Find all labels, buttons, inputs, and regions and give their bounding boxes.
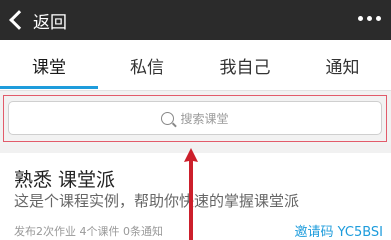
tab-notifications[interactable]: 通知: [294, 40, 391, 90]
top-bar: 返回: [0, 0, 391, 40]
tab-me[interactable]: 我自己: [196, 40, 294, 90]
back-chevron-icon: [9, 10, 29, 30]
more-menu-icon[interactable]: [358, 16, 381, 21]
back-button[interactable]: 返回: [8, 7, 67, 33]
course-title: 熟悉 课堂派: [14, 169, 116, 191]
tab-messages[interactable]: 私信: [98, 40, 196, 90]
tab-bar: 课堂 私信 我自己 通知: [0, 40, 391, 91]
course-description: 这是个课程实例，帮助你快速的掌握课堂派: [14, 192, 300, 210]
back-label: 返回: [33, 12, 67, 33]
annotation-arrow-icon: [184, 148, 198, 240]
course-stats: 发布2次作业 4个课件 0条通知: [14, 225, 163, 238]
search-highlight-box: [3, 95, 387, 142]
active-tab-indicator: [0, 86, 98, 89]
invite-code[interactable]: 邀请码 YC5BSI: [295, 221, 384, 240]
tab-classroom[interactable]: 课堂: [0, 40, 98, 90]
